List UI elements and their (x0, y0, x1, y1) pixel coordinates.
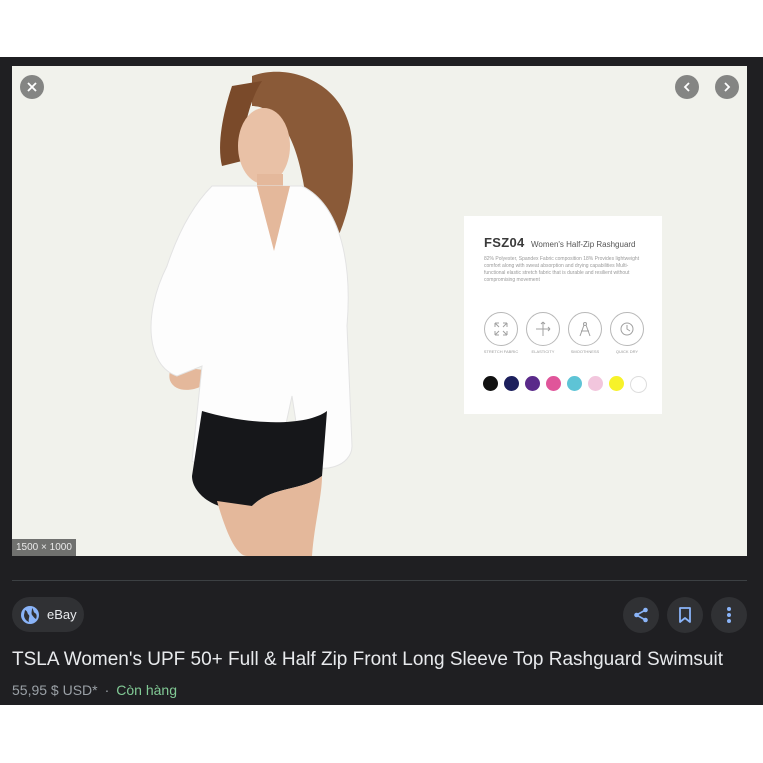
chevron-right-icon (724, 82, 731, 92)
image-preview-panel: FSZ04 Women's Half-Zip Rashguard 82% Pol… (0, 57, 763, 705)
share-button[interactable] (623, 597, 659, 633)
close-button[interactable] (20, 75, 44, 99)
image-viewer[interactable]: FSZ04 Women's Half-Zip Rashguard 82% Pol… (12, 66, 747, 556)
feature-label: SMOOTHNESS (570, 349, 600, 354)
color-swatch (525, 376, 540, 391)
feature-label: ELASTICITY (531, 349, 555, 354)
color-swatch (588, 376, 603, 391)
globe-icon (21, 605, 39, 624)
card-name: Women's Half-Zip Rashguard (530, 240, 636, 249)
product-title-link[interactable]: TSLA Women's UPF 50+ Full & Half Zip Fro… (12, 649, 723, 671)
feature-list: STRETCH FABRIC ELASTICITY SMOOTHNESS QUI… (482, 312, 646, 354)
feature-item: SMOOTHNESS (566, 312, 604, 354)
feature-item: STRETCH FABRIC (482, 312, 520, 354)
image-dimensions: 1500 × 1000 (12, 539, 76, 556)
stock-status: Còn hàng (116, 682, 177, 698)
source-chip[interactable]: eBay (12, 597, 84, 632)
bookmark-icon (679, 607, 691, 623)
separator: · (104, 682, 110, 698)
product-photo (150, 71, 353, 556)
product-info-card: FSZ04 Women's Half-Zip Rashguard 82% Pol… (464, 216, 662, 414)
chevron-left-icon (683, 82, 690, 92)
color-swatch (504, 376, 519, 391)
color-swatch (546, 376, 561, 391)
elasticity-icon (526, 312, 560, 346)
card-code: FSZ04 (484, 235, 525, 250)
source-label: eBay (47, 607, 77, 622)
color-swatch (567, 376, 582, 391)
feature-item: ELASTICITY (524, 312, 562, 354)
price: 55,95 $ USD* (12, 682, 98, 698)
product-meta: 55,95 $ USD* · Còn hàng (12, 682, 177, 698)
card-title: FSZ04 Women's Half-Zip Rashguard (484, 234, 636, 252)
color-swatches (483, 376, 647, 393)
next-image-button[interactable] (715, 75, 739, 99)
compass-icon (568, 312, 602, 346)
color-swatch (630, 376, 647, 393)
feature-label: STRETCH FABRIC (483, 349, 519, 354)
divider (12, 580, 747, 581)
previous-image-button[interactable] (675, 75, 699, 99)
stretch-icon (484, 312, 518, 346)
card-description: 82% Polyester, Spandex Fabric compositio… (484, 256, 640, 283)
more-vertical-icon (727, 607, 731, 623)
feature-label: QUICK DRY (615, 349, 639, 354)
color-swatch (483, 376, 498, 391)
share-icon (634, 607, 648, 623)
save-button[interactable] (667, 597, 703, 633)
color-swatch (609, 376, 624, 391)
more-options-button[interactable] (711, 597, 747, 633)
close-icon (27, 82, 37, 92)
feature-item: QUICK DRY (608, 312, 646, 354)
quick-dry-icon (610, 312, 644, 346)
